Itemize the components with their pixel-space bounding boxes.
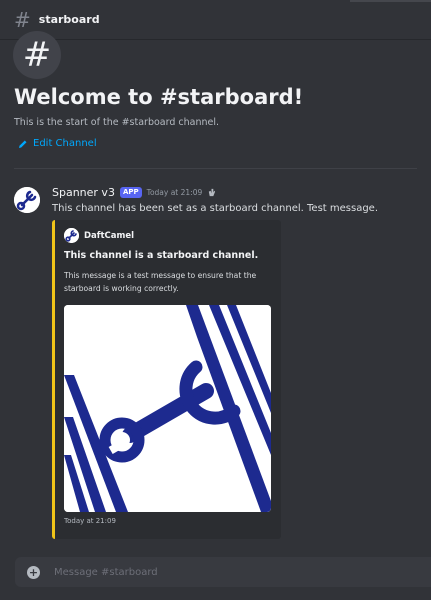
embed-title: This channel is a starboard channel. bbox=[64, 250, 259, 261]
embed-image[interactable] bbox=[64, 305, 271, 512]
app-badge: APP bbox=[119, 187, 142, 198]
edit-channel-label: Edit Channel bbox=[33, 138, 97, 149]
wrench-logo-icon bbox=[64, 228, 79, 243]
embed-author-avatar[interactable] bbox=[64, 228, 79, 243]
embed-footer: Today at 21:09 bbox=[64, 517, 116, 525]
message-input[interactable] bbox=[54, 561, 384, 583]
add-attachment-icon[interactable]: + bbox=[27, 565, 40, 579]
pencil-icon bbox=[19, 140, 27, 148]
starboard-embed: DaftCamel This channel is a starboard ch… bbox=[52, 220, 281, 539]
message-header: Spanner v3 APP Today at 21:09 bbox=[52, 186, 216, 199]
channel-hash-icon: # bbox=[13, 31, 61, 79]
message-composer: + bbox=[15, 557, 431, 587]
message-timestamp: Today at 21:09 bbox=[146, 188, 203, 197]
welcome-subtitle: This is the start of the #starboard chan… bbox=[14, 117, 220, 128]
wrench-logo-image bbox=[64, 305, 271, 512]
embed-author-name[interactable]: DaftCamel bbox=[84, 231, 134, 241]
channel-header: # starboard bbox=[0, 0, 431, 40]
embed-description: This message is a test message to ensure… bbox=[64, 271, 257, 293]
divider bbox=[14, 168, 417, 169]
embed-author: DaftCamel bbox=[64, 228, 134, 243]
edit-channel-link[interactable]: Edit Channel bbox=[18, 138, 97, 149]
clap-icon bbox=[209, 188, 216, 197]
bot-avatar[interactable] bbox=[14, 187, 40, 213]
message-text: This channel has been set as a starboard… bbox=[52, 203, 379, 214]
channel-name: starboard bbox=[38, 13, 100, 26]
hash-icon: # bbox=[14, 7, 31, 32]
wrench-logo-icon bbox=[14, 187, 40, 213]
message-author[interactable]: Spanner v3 bbox=[52, 186, 115, 199]
welcome-title: Welcome to #starboard! bbox=[14, 85, 304, 109]
